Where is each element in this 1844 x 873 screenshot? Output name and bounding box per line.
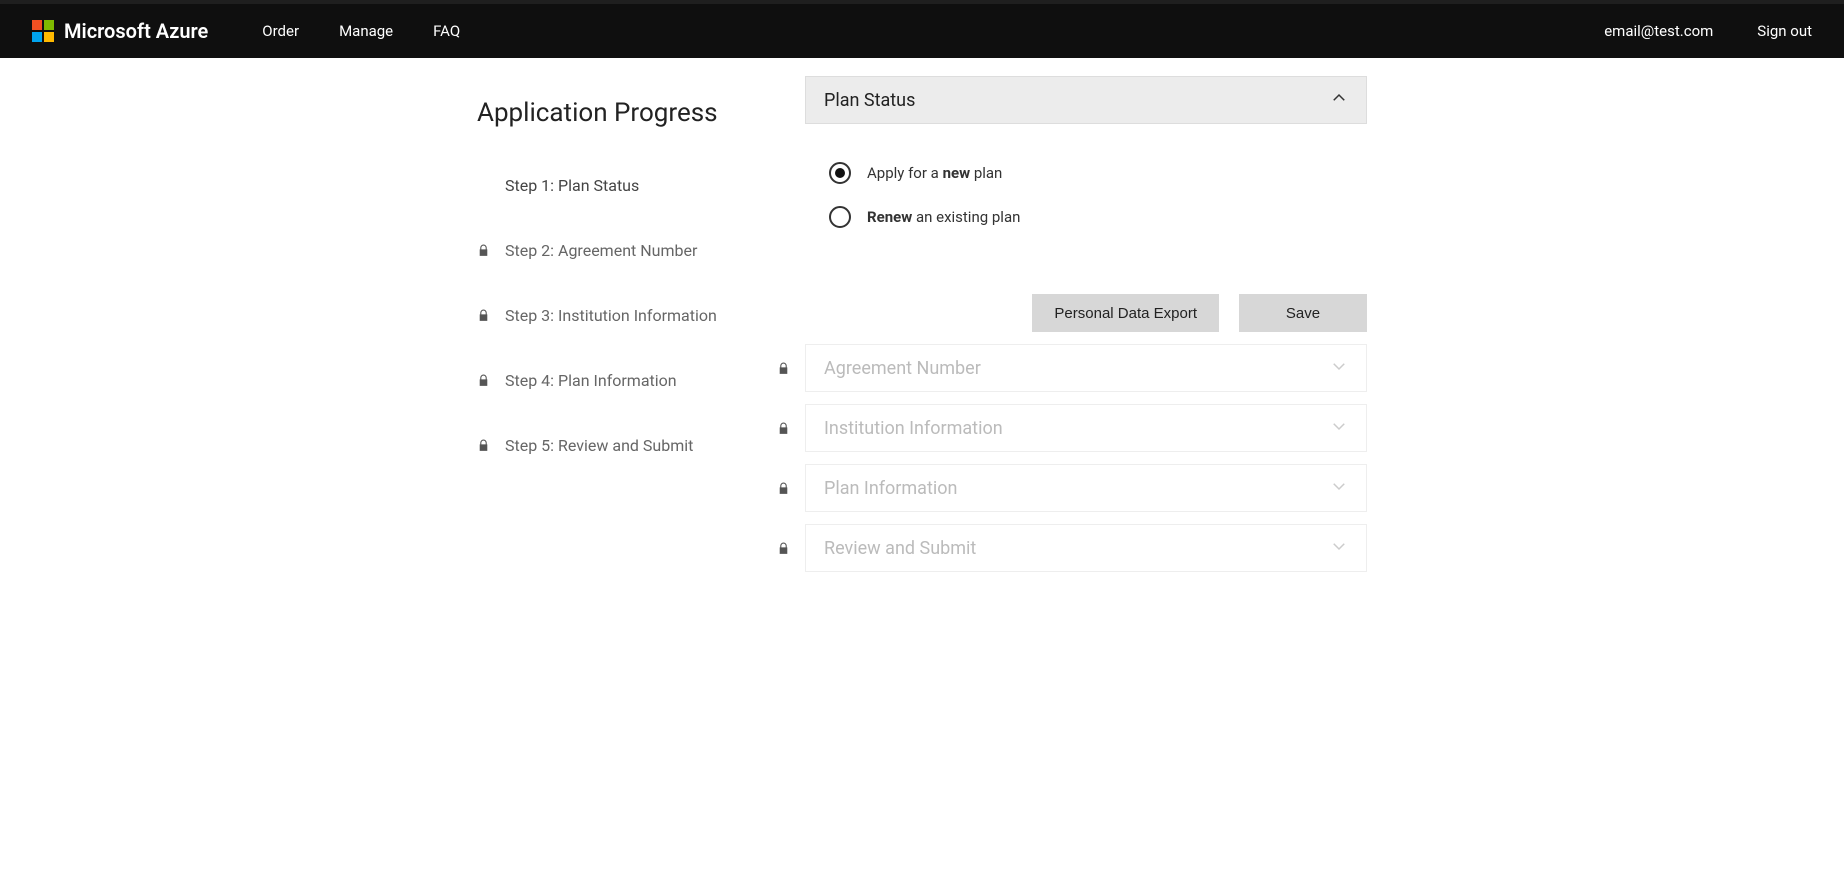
lock-icon xyxy=(477,438,491,453)
lock-icon xyxy=(777,421,791,436)
chevron-down-icon xyxy=(1330,537,1348,560)
brand-name: Microsoft Azure xyxy=(64,19,208,43)
lock-icon xyxy=(777,481,791,496)
panel-title: Plan Information xyxy=(824,478,957,499)
nav-order[interactable]: Order xyxy=(262,22,299,40)
panel-header-review-submit[interactable]: Review and Submit xyxy=(805,524,1367,572)
main-content: Plan Status Apply for a new plan Renew a… xyxy=(777,76,1367,584)
progress-sidebar: Application Progress Step 1: Plan Status… xyxy=(477,76,737,584)
save-button[interactable]: Save xyxy=(1239,294,1367,332)
top-navbar: Microsoft Azure Order Manage FAQ email@t… xyxy=(0,0,1844,58)
step-label: Step 5: Review and Submit xyxy=(505,436,693,455)
panel-header-agreement-number[interactable]: Agreement Number xyxy=(805,344,1367,392)
panel-title: Plan Status xyxy=(824,90,915,111)
lock-icon xyxy=(477,308,491,323)
step-label: Step 4: Plan Information xyxy=(505,371,677,390)
page-title: Application Progress xyxy=(477,98,737,128)
action-buttons: Personal Data Export Save xyxy=(777,294,1367,332)
panel-plan-information: Plan Information xyxy=(777,464,1367,512)
brand: Microsoft Azure xyxy=(32,19,208,43)
signout-link[interactable]: Sign out xyxy=(1757,22,1812,40)
chevron-down-icon xyxy=(1330,417,1348,440)
step-plan-information[interactable]: Step 4: Plan Information xyxy=(477,371,737,390)
chevron-down-icon xyxy=(1330,357,1348,380)
lock-icon xyxy=(777,361,791,376)
step-label: Step 1: Plan Status xyxy=(505,176,639,195)
panel-header-plan-status[interactable]: Plan Status xyxy=(805,76,1367,124)
radio-renew-plan[interactable]: Renew an existing plan xyxy=(829,206,1367,228)
radio-apply-new-plan[interactable]: Apply for a new plan xyxy=(829,162,1367,184)
step-agreement-number[interactable]: Step 2: Agreement Number xyxy=(477,241,737,260)
step-review-submit[interactable]: Step 5: Review and Submit xyxy=(477,436,737,455)
chevron-down-icon xyxy=(1330,477,1348,500)
personal-data-export-button[interactable]: Personal Data Export xyxy=(1032,294,1219,332)
radio-icon xyxy=(829,162,851,184)
radio-label: Apply for a new plan xyxy=(867,164,1002,182)
lock-icon xyxy=(777,541,791,556)
panel-agreement-number: Agreement Number xyxy=(777,344,1367,392)
panel-institution-information: Institution Information xyxy=(777,404,1367,452)
lock-icon xyxy=(477,373,491,388)
nav-manage[interactable]: Manage xyxy=(339,22,393,40)
step-institution-information[interactable]: Step 3: Institution Information xyxy=(477,306,737,325)
lock-icon xyxy=(477,243,491,258)
microsoft-logo-icon xyxy=(32,20,54,42)
step-plan-status[interactable]: Step 1: Plan Status xyxy=(477,176,737,195)
panel-review-submit: Review and Submit xyxy=(777,524,1367,572)
primary-nav: Order Manage FAQ xyxy=(262,22,460,40)
panel-title: Institution Information xyxy=(824,418,1003,439)
user-email[interactable]: email@test.com xyxy=(1604,22,1713,40)
panel-header-institution-information[interactable]: Institution Information xyxy=(805,404,1367,452)
panel-body-plan-status: Apply for a new plan Renew an existing p… xyxy=(777,136,1367,276)
step-label: Step 3: Institution Information xyxy=(505,306,717,325)
panel-header-plan-information[interactable]: Plan Information xyxy=(805,464,1367,512)
chevron-up-icon xyxy=(1330,89,1348,112)
step-label: Step 2: Agreement Number xyxy=(505,241,697,260)
nav-faq[interactable]: FAQ xyxy=(433,22,460,40)
panel-title: Review and Submit xyxy=(824,538,976,559)
topbar-right: email@test.com Sign out xyxy=(1604,22,1812,40)
radio-icon xyxy=(829,206,851,228)
panel-plan-status: Plan Status xyxy=(777,76,1367,124)
panel-title: Agreement Number xyxy=(824,358,981,379)
radio-label: Renew an existing plan xyxy=(867,208,1020,226)
